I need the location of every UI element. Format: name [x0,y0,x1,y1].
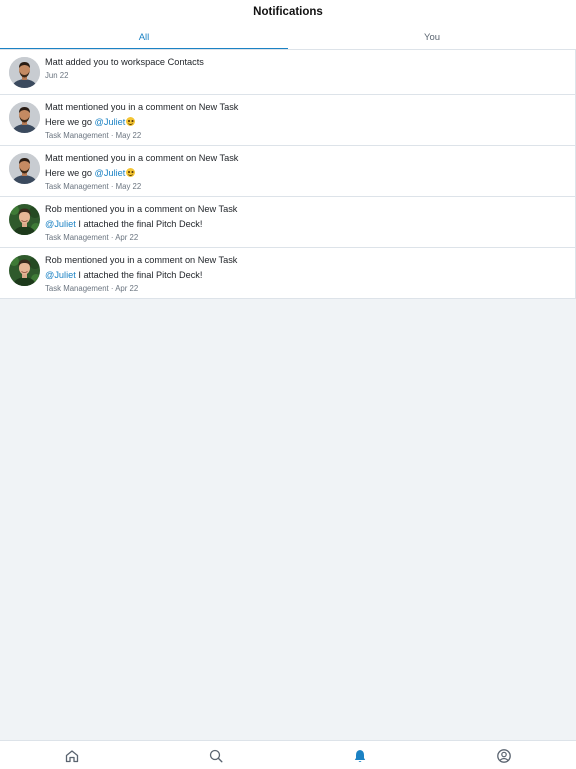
notification-list: Matt added you to workspace Contacts Jun… [0,50,576,299]
header: Notifications All You [0,0,576,50]
grinning-face-icon [126,168,136,177]
notification-item[interactable]: Matt mentioned you in a comment on New T… [0,95,575,146]
notification-meta: Task Management · Apr 22 [45,284,139,293]
search-icon[interactable] [208,748,224,764]
notification-meta: Jun 22 [45,71,69,80]
notification-target[interactable]: Contacts [168,57,204,67]
comment-text: Here we go [45,117,92,127]
home-icon[interactable] [64,748,80,764]
notification-text: mentioned you in a comment on [65,102,197,112]
tab-bar: All You [0,28,576,50]
notification-target[interactable]: New Task [199,153,239,163]
actor-name: Rob [45,204,62,214]
matt-avatar-icon [9,102,40,133]
avatar [9,153,40,184]
notification-item[interactable]: Matt added you to workspace Contacts Jun… [0,50,575,95]
mention-link[interactable]: @Juliet [95,117,126,127]
actor-name: Rob [45,255,62,265]
matt-avatar-icon [9,153,40,184]
rob-avatar-icon [9,255,40,286]
actor-name: Matt [45,153,63,163]
comment-text: Here we go [45,168,92,178]
tab-you[interactable]: You [288,28,576,50]
avatar [9,57,40,88]
notification-text: added you to workspace [65,57,166,67]
grinning-face-icon [126,117,136,126]
comment-text: I attached the final Pitch Deck! [78,270,203,280]
matt-avatar-icon [9,57,40,88]
comment-text: I attached the final Pitch Deck! [78,219,203,229]
notification-meta: Task Management · May 22 [45,182,142,191]
mention-link[interactable]: @Juliet [45,270,76,280]
notification-meta: Task Management · May 22 [45,131,142,140]
avatar [9,102,40,133]
notification-target[interactable]: New Task [199,102,239,112]
avatar [9,204,40,235]
notification-meta: Task Management · Apr 22 [45,233,139,242]
page-title: Notifications [253,6,323,18]
avatar [9,255,40,286]
notification-item[interactable]: Rob mentioned you in a comment on New Ta… [0,248,575,298]
actor-name: Matt [45,57,63,67]
actor-name: Matt [45,102,63,112]
rob-avatar-icon [9,204,40,235]
bottom-nav [0,740,576,769]
notification-text: mentioned you in a comment on [65,153,197,163]
bell-icon[interactable] [352,748,368,764]
notification-item[interactable]: Matt mentioned you in a comment on New T… [0,146,575,197]
notification-text: mentioned you in a comment on [64,255,196,265]
mention-link[interactable]: @Juliet [45,219,76,229]
notification-text: mentioned you in a comment on [64,204,196,214]
tab-all[interactable]: All [0,28,288,50]
notification-target[interactable]: New Task [198,255,238,265]
notification-item[interactable]: Rob mentioned you in a comment on New Ta… [0,197,575,248]
notification-target[interactable]: New Task [198,204,238,214]
profile-icon[interactable] [496,748,512,764]
mention-link[interactable]: @Juliet [95,168,126,178]
